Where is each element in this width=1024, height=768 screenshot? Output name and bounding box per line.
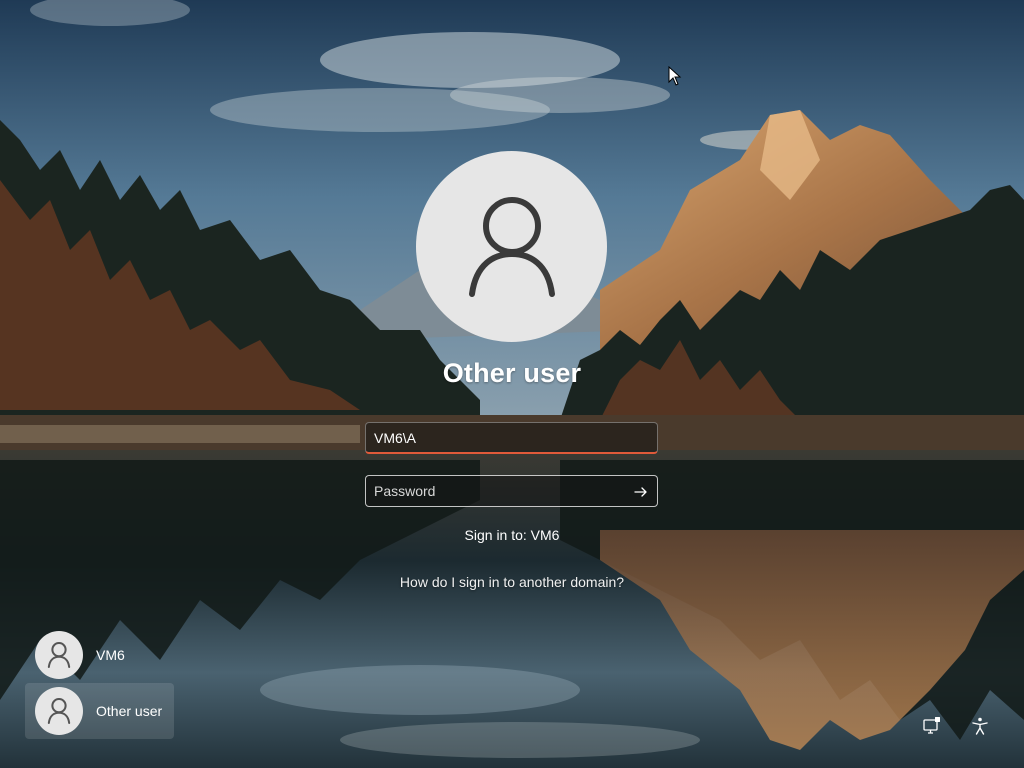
username-field-box: [365, 422, 658, 454]
user-switcher: VM6 Other user: [25, 627, 174, 739]
user-tile-other-user[interactable]: Other user: [25, 683, 174, 739]
accessibility-icon: [972, 717, 988, 735]
user-tile-vm6[interactable]: VM6: [25, 627, 174, 683]
sign-in-target-text: Sign in to: VM6: [464, 527, 560, 543]
username-input[interactable]: [366, 423, 657, 452]
accessibility-button[interactable]: [968, 714, 992, 738]
network-icon: [923, 717, 940, 734]
password-field-box: [365, 475, 658, 507]
person-icon: [47, 698, 71, 724]
account-title: Other user: [442, 358, 582, 388]
user-tile-label: VM6: [96, 647, 125, 663]
user-avatar: [416, 151, 607, 342]
other-domain-help-link[interactable]: How do I sign in to another domain?: [362, 574, 662, 590]
avatar: [35, 687, 83, 735]
arrow-right-icon: [634, 487, 647, 497]
person-icon: [468, 196, 555, 297]
submit-button[interactable]: [631, 482, 651, 502]
user-tile-label: Other user: [96, 703, 163, 719]
mouse-cursor: [668, 65, 682, 91]
password-input[interactable]: [366, 476, 657, 506]
network-button[interactable]: [920, 714, 944, 738]
person-icon: [47, 642, 71, 668]
avatar: [35, 631, 83, 679]
